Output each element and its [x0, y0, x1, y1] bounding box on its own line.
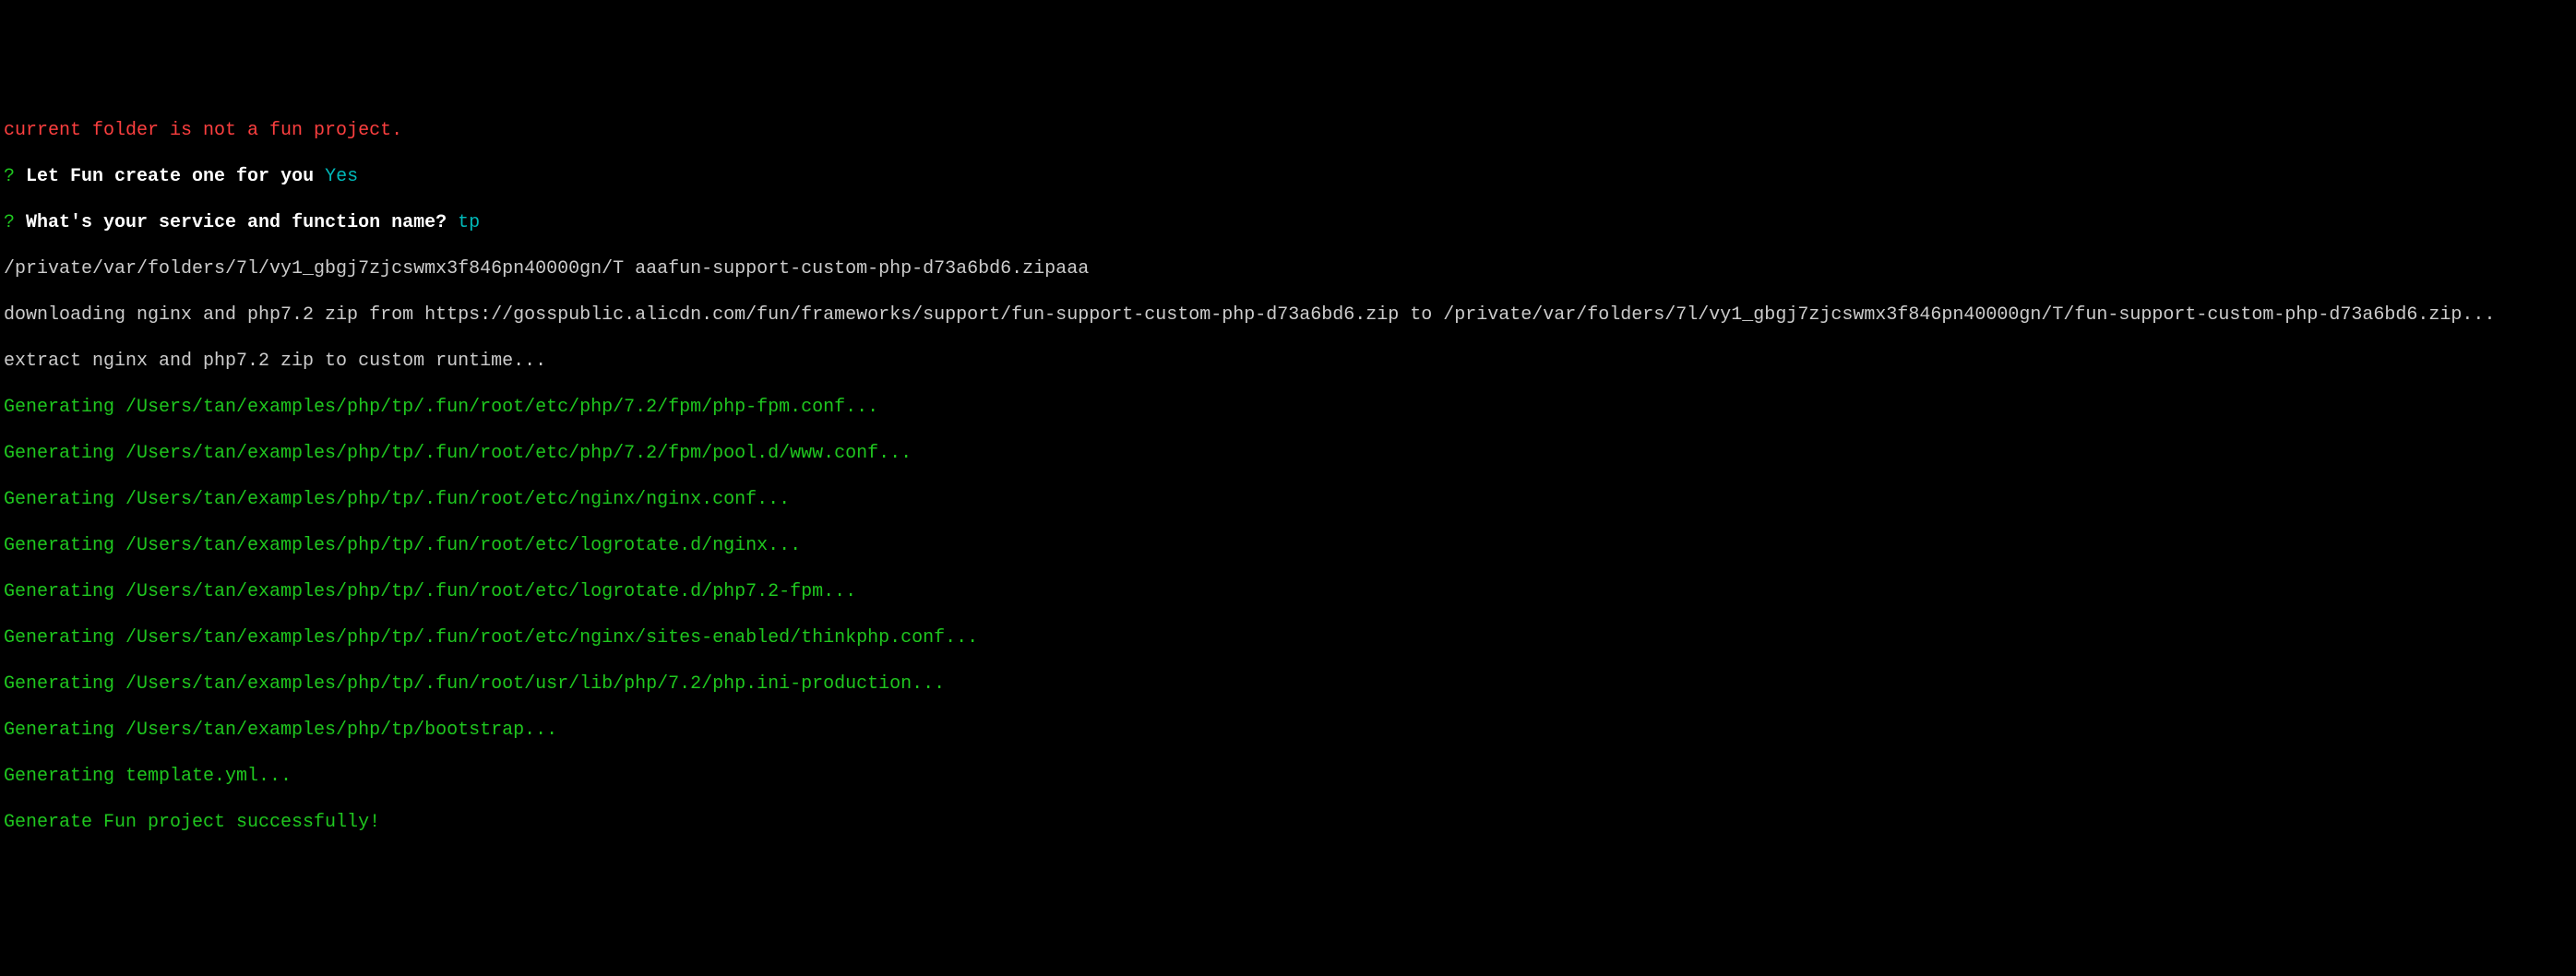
prompt-line-2: ? What's your service and function name?…	[4, 211, 2572, 234]
success-line: Generate Fun project successfully!	[4, 811, 2572, 834]
error-line: current folder is not a fun project.	[4, 119, 2572, 142]
generating-line: Generating template.yml...	[4, 765, 2572, 788]
path-line: /private/var/folders/7l/vy1_gbgj7zjcswmx…	[4, 257, 2572, 280]
prompt-marker: ?	[4, 166, 15, 187]
prompt-text: What's your service and function name?	[15, 212, 458, 233]
prompt-marker: ?	[4, 212, 15, 233]
generating-line: Generating /Users/tan/examples/php/tp/bo…	[4, 719, 2572, 742]
terminal-output: current folder is not a fun project. ? L…	[4, 96, 2572, 857]
prompt-text: Let Fun create one for you	[15, 166, 325, 187]
generating-line: Generating /Users/tan/examples/php/tp/.f…	[4, 488, 2572, 511]
prompt-answer: Yes	[325, 166, 358, 187]
generating-line: Generating /Users/tan/examples/php/tp/.f…	[4, 396, 2572, 419]
generating-line: Generating /Users/tan/examples/php/tp/.f…	[4, 626, 2572, 649]
extract-line: extract nginx and php7.2 zip to custom r…	[4, 350, 2572, 373]
prompt-line-1: ? Let Fun create one for you Yes	[4, 165, 2572, 188]
generating-line: Generating /Users/tan/examples/php/tp/.f…	[4, 672, 2572, 696]
generating-line: Generating /Users/tan/examples/php/tp/.f…	[4, 580, 2572, 603]
generating-line: Generating /Users/tan/examples/php/tp/.f…	[4, 442, 2572, 465]
generating-line: Generating /Users/tan/examples/php/tp/.f…	[4, 534, 2572, 557]
download-line: downloading nginx and php7.2 zip from ht…	[4, 304, 2572, 327]
prompt-answer: tp	[458, 212, 480, 233]
